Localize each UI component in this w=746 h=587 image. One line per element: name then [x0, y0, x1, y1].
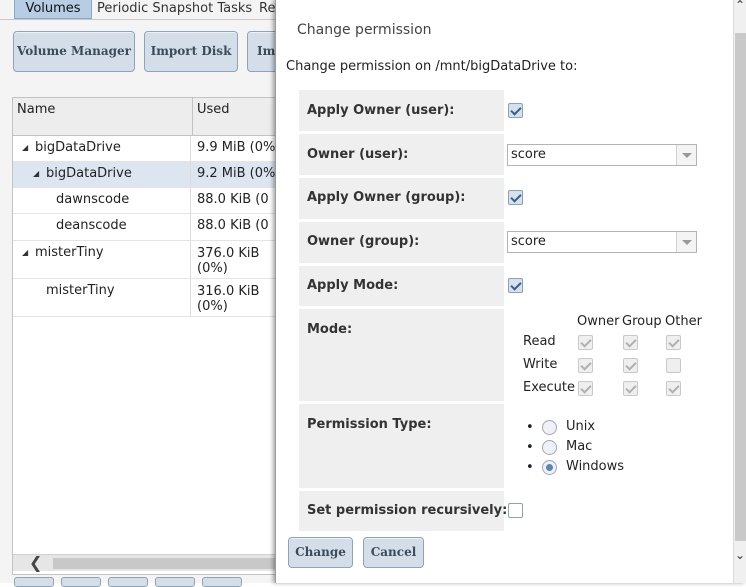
mode-read-owner-checkbox[interactable]: [578, 335, 593, 350]
mode-row-read-label: Read: [523, 334, 556, 349]
action-button[interactable]: [108, 577, 148, 587]
row-used-percent: (0%): [197, 261, 228, 276]
apply-owner-group-checkbox[interactable]: [508, 190, 523, 205]
apply-owner-group-label: Apply Owner (group):: [307, 190, 466, 205]
mode-label-cell: Mode:: [299, 309, 504, 401]
dialog-title: Change permission: [297, 22, 432, 38]
action-button[interactable]: [61, 577, 101, 587]
row-used: 376.0 KiB: [197, 246, 260, 261]
mode-write-group-checkbox[interactable]: [623, 358, 638, 373]
table-row[interactable]: ◢ misterTiny 376.0 KiB (0%): [13, 241, 281, 279]
mac-radio-label[interactable]: Mac: [566, 439, 592, 454]
owner-user-label: Owner (user):: [307, 147, 409, 162]
apply-owner-user-checkbox[interactable]: [508, 103, 523, 118]
collapse-arrow-icon[interactable]: ◢: [33, 169, 39, 178]
change-button[interactable]: Change: [288, 537, 353, 568]
cancel-button[interactable]: Cancel: [363, 537, 424, 568]
owner-user-value: score: [511, 147, 546, 162]
row-name: deanscode: [56, 218, 127, 233]
owner-group-label: Owner (group):: [307, 234, 420, 249]
recursive-checkbox[interactable]: [508, 503, 523, 518]
mode-row-write-label: Write: [523, 357, 558, 372]
tab-bar: Volumes Periodic Snapshot Tasks Re: [0, 0, 290, 20]
row-used: 88.0 KiB (0: [197, 192, 269, 207]
column-used-header[interactable]: Used: [192, 98, 283, 136]
scroll-thumb[interactable]: [53, 558, 282, 569]
apply-mode-label-cell: Apply Mode:: [299, 266, 504, 306]
scroll-left-icon[interactable]: ❮: [29, 553, 42, 572]
recursive-label: Set permission recursively:: [307, 503, 508, 518]
mode-write-other-checkbox[interactable]: [666, 358, 681, 373]
apply-mode-checkbox[interactable]: [508, 278, 523, 293]
chevron-down-icon[interactable]: [676, 145, 696, 165]
mode-execute-group-checkbox[interactable]: [623, 381, 638, 396]
row-used-percent: (0%): [197, 299, 228, 314]
scroll-up-icon[interactable]: ⌃: [735, 0, 745, 12]
row-name: dawnscode: [56, 192, 130, 207]
tab-periodic-snapshot-tasks[interactable]: Periodic Snapshot Tasks: [97, 0, 252, 19]
horizontal-scrollbar[interactable]: ❮: [13, 553, 282, 572]
mode-read-other-checkbox[interactable]: [666, 335, 681, 350]
tab-replication[interactable]: Re: [259, 0, 275, 19]
collapse-arrow-icon[interactable]: ◢: [22, 143, 28, 152]
mac-radio[interactable]: [542, 440, 557, 455]
row-name: misterTiny: [35, 245, 104, 260]
row-used: 9.2 MiB (0%: [197, 166, 276, 181]
windows-radio-label[interactable]: Windows: [566, 459, 624, 474]
action-button[interactable]: [155, 577, 195, 587]
table-row[interactable]: dawnscode 88.0 KiB (0: [13, 188, 281, 214]
apply-owner-user-label: Apply Owner (user):: [307, 103, 455, 118]
row-used: 316.0 KiB: [197, 284, 260, 299]
scroll-thumb[interactable]: [735, 33, 746, 541]
mode-execute-owner-checkbox[interactable]: [578, 381, 593, 396]
owner-group-label-cell: Owner (group):: [299, 222, 504, 263]
table-row[interactable]: ◢ bigDataDrive 9.9 MiB (0%: [13, 136, 281, 162]
tab-volumes[interactable]: Volumes: [14, 0, 92, 19]
change-permission-dialog: Change permission Change permission on /…: [275, 0, 746, 583]
chevron-down-icon[interactable]: [676, 232, 696, 252]
mode-column-owner: Owner: [577, 314, 620, 329]
scroll-down-icon[interactable]: ⌄: [735, 548, 745, 562]
recursive-label-cell: Set permission recursively:: [299, 491, 508, 531]
dialog-description: Change permission on /mnt/bigDataDrive t…: [286, 59, 578, 74]
column-name-header[interactable]: Name: [13, 98, 192, 136]
table-row[interactable]: ◢ bigDataDrive 9.2 MiB (0%: [13, 162, 281, 188]
row-name: bigDataDrive: [35, 140, 121, 155]
owner-group-select[interactable]: score: [507, 231, 697, 253]
owner-user-select[interactable]: score: [507, 144, 697, 166]
mode-read-group-checkbox[interactable]: [623, 335, 638, 350]
table-row[interactable]: deanscode 88.0 KiB (0: [13, 214, 281, 241]
windows-radio[interactable]: [542, 460, 557, 475]
volumes-table: Name Used ◢ bigDataDrive 9.9 MiB (0% ◢ b…: [12, 97, 282, 575]
apply-owner-user-label-cell: Apply Owner (user):: [299, 90, 504, 131]
action-button[interactable]: [202, 577, 242, 587]
mode-execute-other-checkbox[interactable]: [666, 381, 681, 396]
row-used: 9.9 MiB (0%: [197, 140, 276, 155]
unix-radio[interactable]: [542, 420, 557, 435]
action-button[interactable]: [14, 577, 54, 587]
volume-manager-button[interactable]: Volume Manager: [13, 31, 135, 72]
apply-mode-label: Apply Mode:: [307, 278, 399, 293]
mode-write-owner-checkbox[interactable]: [578, 358, 593, 373]
mode-column-other: Other: [665, 314, 702, 329]
collapse-arrow-icon[interactable]: ◢: [22, 248, 28, 257]
vertical-scrollbar[interactable]: ⌃ ⌄: [733, 0, 746, 583]
table-row[interactable]: misterTiny 316.0 KiB (0%): [13, 279, 281, 317]
owner-user-label-cell: Owner (user):: [299, 134, 504, 175]
row-used: 88.0 KiB (0: [197, 218, 269, 233]
mode-row-execute-label: Execute: [523, 380, 575, 395]
mode-label: Mode:: [307, 322, 353, 337]
apply-owner-group-label-cell: Apply Owner (group):: [299, 178, 504, 219]
unix-radio-label[interactable]: Unix: [566, 419, 595, 434]
mode-column-group: Group: [622, 314, 662, 329]
permission-type-label: Permission Type:: [307, 417, 432, 432]
table-header: Name Used: [13, 98, 281, 136]
owner-group-value: score: [511, 234, 546, 249]
row-name: bigDataDrive: [46, 166, 132, 181]
import-disk-button[interactable]: Import Disk: [144, 31, 238, 72]
permission-type-label-cell: Permission Type:: [299, 404, 504, 488]
row-name: misterTiny: [46, 283, 115, 298]
